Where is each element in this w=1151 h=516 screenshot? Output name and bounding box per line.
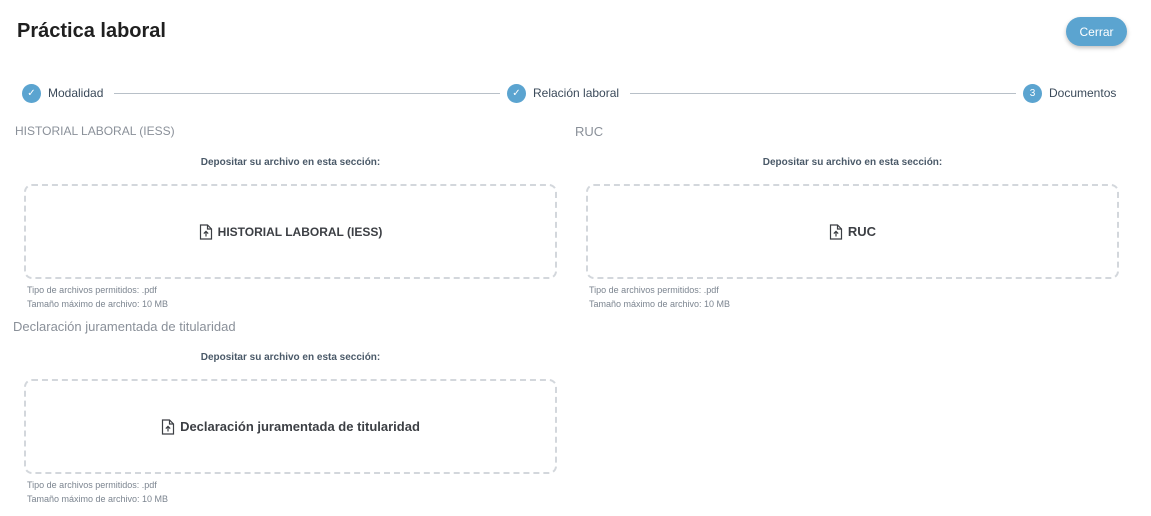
deposit-label: Depositar su archivo en esta sección: (200, 157, 381, 168)
close-button[interactable]: Cerrar (1066, 17, 1127, 46)
step-label: Modalidad (48, 86, 104, 100)
step-relacion-laboral[interactable]: ✓ Relación laboral (507, 83, 620, 103)
max-size: Tamaño máximo de archivo: 10 MB (589, 299, 731, 309)
file-upload-icon (829, 223, 843, 240)
step-documentos[interactable]: 3 Documentos (1023, 83, 1117, 103)
dropzone-label: HISTORIAL LABORAL (IESS) (217, 224, 383, 239)
page-title: Práctica laboral (17, 20, 166, 42)
dropzone-historial[interactable]: HISTORIAL LABORAL (IESS) (24, 184, 557, 279)
deposit-label: Depositar su archivo en esta sección: (762, 157, 943, 168)
section-title-declaracion: Declaración juramentada de titularidad (13, 319, 236, 334)
deposit-label: Depositar su archivo en esta sección: (200, 352, 381, 363)
stepper: ✓ Modalidad ✓ Relación laboral 3 Documen… (22, 83, 1122, 103)
check-icon: ✓ (507, 83, 526, 103)
max-size: Tamaño máximo de archivo: 10 MB (27, 299, 169, 309)
dropzone-label: RUC (847, 224, 877, 239)
allowed-types: Tipo de archivos permitidos: .pdf (27, 480, 157, 490)
max-size: Tamaño máximo de archivo: 10 MB (27, 494, 169, 504)
step-connector (630, 93, 1016, 94)
step-modalidad[interactable]: ✓ Modalidad (22, 83, 104, 103)
step-label: Documentos (1049, 86, 1117, 100)
dropzone-label: Declaración juramentada de titularidad (180, 419, 420, 434)
allowed-types: Tipo de archivos permitidos: .pdf (27, 285, 157, 295)
check-icon: ✓ (22, 83, 41, 103)
step-label: Relación laboral (533, 86, 620, 100)
step-connector (114, 93, 500, 94)
step-number: 3 (1023, 83, 1042, 103)
section-title-historial: HISTORIAL LABORAL (IESS) (15, 124, 175, 138)
file-upload-icon (199, 223, 213, 240)
dropzone-ruc[interactable]: RUC (586, 184, 1119, 279)
allowed-types: Tipo de archivos permitidos: .pdf (589, 285, 719, 295)
dropzone-declaracion[interactable]: Declaración juramentada de titularidad (24, 379, 557, 474)
file-upload-icon (161, 418, 175, 435)
section-title-ruc: RUC (575, 124, 604, 139)
